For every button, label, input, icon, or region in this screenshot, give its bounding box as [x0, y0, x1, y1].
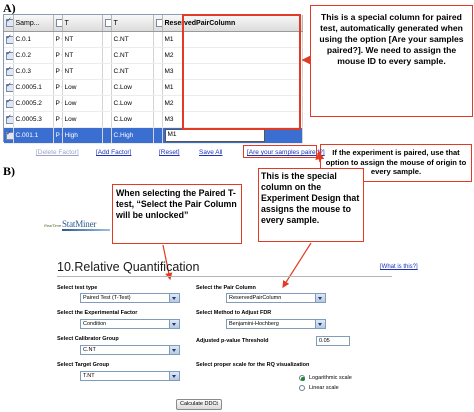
experimental-factor-label: Select the Experimental Factor: [57, 310, 138, 316]
calculate-ddct-button[interactable]: Calculate DDCt: [176, 399, 222, 410]
callout-special-column: This is the special column on the Experi…: [258, 168, 364, 242]
callout-paired-test: When selecting the Paired T-test, “Selec…: [112, 184, 242, 244]
rq-scale-label: Select proper scale for the RQ visualiza…: [196, 362, 310, 368]
chevron-down-icon: [169, 320, 179, 328]
pair-column-label: Select the Pair Column: [196, 285, 256, 291]
statminer-logo: RealTime StatMiner: [44, 219, 114, 239]
arrow-to-paired-link: [315, 150, 325, 163]
chevron-down-icon: [169, 294, 179, 302]
test-type-label: Select test type: [57, 285, 98, 291]
log-scale-radio[interactable]: [299, 375, 305, 381]
page-title: 10.Relative Quantification: [57, 260, 200, 274]
linear-scale-label: Linear scale: [309, 385, 339, 391]
linear-scale-radio[interactable]: [299, 385, 305, 391]
chevron-down-icon: [315, 294, 325, 302]
section-b-label: B): [3, 164, 15, 178]
pair-column-select[interactable]: ReservedPairColumn: [226, 293, 326, 303]
chevron-down-icon: [315, 320, 325, 328]
fdr-method-select[interactable]: Benjamini-Hochberg: [226, 319, 326, 329]
chevron-down-icon: [169, 346, 179, 354]
log-scale-label: Logarithmic scale: [309, 375, 352, 381]
test-type-select[interactable]: Paired Test (T-Test): [80, 293, 180, 303]
pvalue-threshold-label: Adjusted p-value Threshold: [196, 338, 269, 344]
pvalue-threshold-input[interactable]: 0.05: [316, 336, 350, 346]
chevron-down-icon: [169, 372, 179, 380]
calibrator-group-label: Select Calibrator Group: [57, 336, 119, 342]
experimental-factor-select[interactable]: Condition: [80, 319, 180, 329]
target-group-label: Select Target Group: [57, 362, 110, 368]
calibrator-group-select[interactable]: C.NT: [80, 345, 180, 355]
title-divider: [57, 276, 392, 277]
fdr-method-label: Select Method to Adjust FDR: [196, 310, 272, 316]
arrow-to-pair-select: [282, 242, 312, 289]
target-group-select[interactable]: T.NT: [80, 371, 180, 381]
what-is-this-link[interactable]: [What is this?]: [380, 264, 418, 270]
